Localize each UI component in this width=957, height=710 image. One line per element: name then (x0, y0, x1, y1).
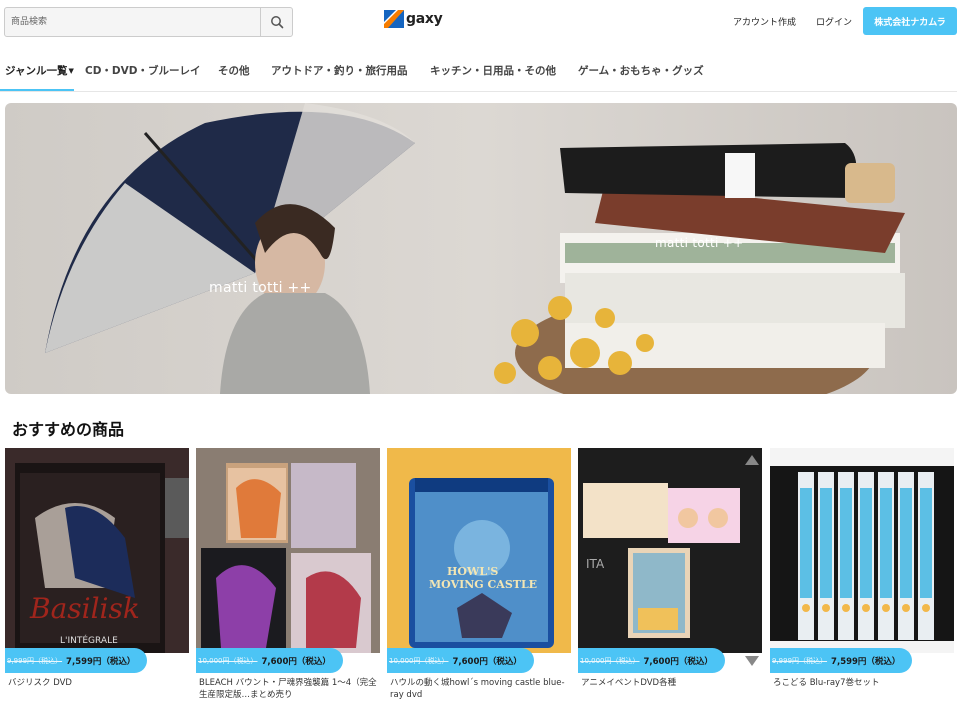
svg-text:ITA: ITA (586, 557, 605, 571)
product-card[interactable]: ITA 10,000円（税込） 7,600円（税込） アニメイベントDVD各種 (578, 448, 762, 710)
product-image: Basilisk L'INTÉGRALE (5, 448, 189, 653)
banner-brand-left: matti totti ++ (209, 280, 312, 296)
product-title: BLEACH バウント・尸魂界強襲篇 1〜4（完全生産限定版…まとめ売り (199, 678, 377, 700)
sale-price: 7,600円（税込） (261, 656, 331, 667)
carousel-up-arrow-icon[interactable] (745, 455, 759, 465)
product-image (770, 448, 954, 653)
hero-banner[interactable]: matti totti ++ matti totti ++ (5, 103, 957, 394)
product-card[interactable]: Basilisk L'INTÉGRALE 9,999円（税込） 7,599円（税… (5, 448, 189, 710)
sale-price: 7,599円（税込） (66, 656, 136, 667)
product-image: ITA (578, 448, 762, 653)
recommended-section-title: おすすめの商品 (12, 420, 125, 439)
sale-price: 7,599円（税込） (831, 656, 901, 667)
nav-other[interactable]: その他 (218, 63, 250, 78)
category-nav: ジャンル一覧▼ CD・DVD・ブルーレイ その他 アウトドア・釣り・旅行用品 キ… (0, 58, 957, 92)
original-price: 10,000円（税込） (389, 656, 449, 665)
product-card[interactable]: 9,999円（税込） 7,599円（税込） ろこどる Blu-ray7巻セット (770, 448, 954, 710)
sale-price: 7,600円（税込） (643, 656, 713, 667)
nav-games-toys[interactable]: ゲーム・おもちゃ・グッズ (578, 63, 704, 78)
product-image: HOWL'S MOVING CASTLE (387, 448, 571, 653)
login-link[interactable]: ログイン (816, 15, 852, 28)
svg-text:L'INTÉGRALE: L'INTÉGRALE (60, 634, 118, 646)
banner-image (5, 103, 957, 394)
company-account-button[interactable]: 株式会社ナカムラ (863, 7, 957, 35)
product-title: ハウルの動く城howl´s moving castle blue-ray dvd (390, 678, 565, 700)
price-badge: 9,999円（税込） 7,599円（税込） (770, 648, 913, 673)
product-title: バジリスク DVD (8, 678, 72, 688)
logo-text: gaxy (406, 11, 443, 27)
search-input[interactable] (5, 8, 260, 36)
price-badge: 10,000円（税込） 7,600円（税込） (387, 648, 534, 673)
original-price: 10,000円（税込） (198, 656, 258, 665)
nav-active-indicator (0, 89, 74, 91)
search-button[interactable] (260, 8, 292, 36)
nav-kitchen[interactable]: キッチン・日用品・その他 (430, 63, 556, 78)
svg-text:MOVING CASTLE: MOVING CASTLE (429, 578, 537, 591)
svg-text:Basilisk: Basilisk (29, 592, 140, 625)
banner-brand-right: matti totti ++ (655, 236, 744, 250)
price-badge: 10,000円（税込） 7,600円（税込） (578, 648, 725, 673)
product-image (196, 448, 380, 653)
nav-outdoor[interactable]: アウトドア・釣り・旅行用品 (271, 63, 408, 78)
product-title: ろこどる Blu-ray7巻セット (773, 678, 880, 688)
search-box (4, 7, 293, 37)
caret-down-icon: ▼ (68, 67, 74, 75)
nav-genre-list-label: ジャンル一覧 (5, 65, 68, 77)
nav-genre-list[interactable]: ジャンル一覧▼ (5, 63, 74, 78)
original-price: 9,999円（税込） (772, 656, 828, 665)
account-create-link[interactable]: アカウント作成 (733, 15, 796, 28)
nav-cd-dvd-bluray[interactable]: CD・DVD・ブルーレイ (85, 63, 200, 78)
product-title: アニメイベントDVD各種 (581, 678, 677, 688)
logo-mark-icon (384, 10, 404, 28)
original-price: 9,999円（税込） (7, 656, 63, 665)
price-badge: 9,999円（税込） 7,599円（税込） (5, 648, 148, 673)
product-card[interactable]: 10,000円（税込） 7,600円（税込） BLEACH バウント・尸魂界強襲… (196, 448, 380, 710)
price-badge: 10,000円（税込） 7,600円（税込） (196, 648, 343, 673)
original-price: 10,000円（税込） (580, 656, 640, 665)
search-icon (270, 16, 283, 29)
sale-price: 7,600円（税込） (452, 656, 522, 667)
carousel-down-arrow-icon[interactable] (745, 656, 759, 666)
product-card[interactable]: HOWL'S MOVING CASTLE 10,000円（税込） 7,600円（… (387, 448, 571, 710)
site-logo[interactable]: gaxy (384, 10, 443, 28)
svg-text:HOWL'S: HOWL'S (447, 565, 498, 578)
